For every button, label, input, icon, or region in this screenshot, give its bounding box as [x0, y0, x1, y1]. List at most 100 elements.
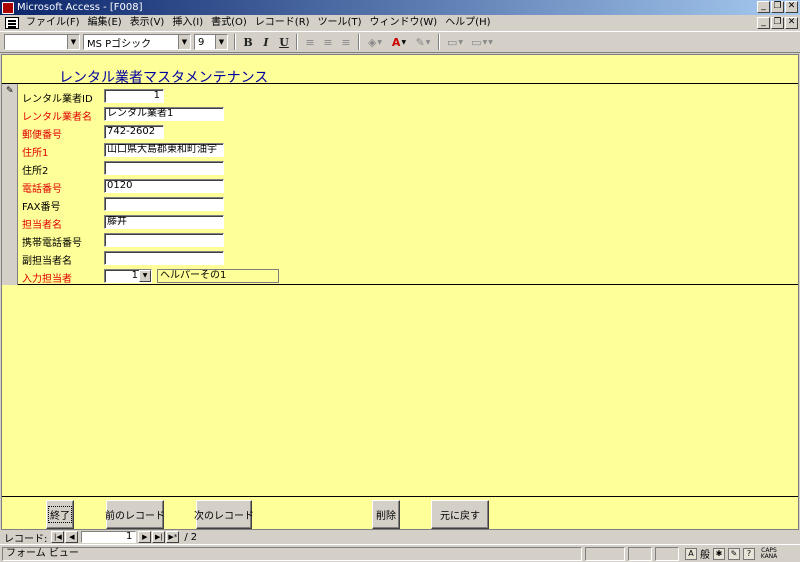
window-controls: _ ❐ ✕ [757, 1, 798, 13]
status-cell [628, 546, 652, 561]
undo-button[interactable]: 元に戻す [431, 500, 489, 529]
chevron-down-icon[interactable]: ▼ [67, 35, 79, 49]
status-cell [655, 546, 679, 561]
form-footer-divider [2, 496, 798, 497]
phone-field[interactable]: 0120 [104, 179, 224, 193]
fax-field[interactable] [104, 197, 224, 211]
label-fax: FAX番号 [22, 202, 61, 213]
record-navigation-bar: レコード: |◀ ◀ 1 ▶ ▶| ▶* / 2 [0, 530, 800, 545]
font-size-combo[interactable]: 9 ▼ [194, 34, 228, 50]
align-center-icon[interactable]: ≡ [319, 33, 337, 51]
next-record-icon[interactable]: ▶ [138, 531, 152, 543]
document-window-controls: _ ❐ ✕ [757, 17, 798, 29]
ime-properties-icon[interactable]: ? [743, 547, 755, 560]
access-window: Microsoft Access - [F008] _ ❐ ✕ ファイル(F) … [0, 0, 800, 562]
chevron-down-icon[interactable]: ▼ [139, 270, 151, 282]
undo-label: 元に戻す [440, 511, 480, 522]
rental-id-field[interactable]: 1 [104, 89, 164, 103]
align-left-icon[interactable]: ≡ [301, 33, 319, 51]
ime-conversion-mode[interactable]: 般 [700, 546, 710, 561]
menu-records[interactable]: レコード(R) [251, 16, 314, 30]
record-selector[interactable]: ✎ [2, 84, 18, 285]
close-window-button[interactable]: ✕ [785, 1, 798, 13]
doc-close-button[interactable]: ✕ [785, 17, 798, 29]
new-record-icon[interactable]: ▶* [166, 531, 180, 543]
label-input-person: 入力担当者 [22, 274, 72, 285]
postal-code-field[interactable]: 742-2602 [104, 125, 164, 139]
prev-record-button[interactable]: 前のレコード [105, 500, 165, 529]
menu-insert[interactable]: 挿入(I) [168, 16, 207, 30]
menu-format[interactable]: 書式(O) [207, 16, 251, 30]
menu-tools[interactable]: ツール(T) [314, 16, 366, 30]
status-cell [585, 546, 625, 561]
ime-input-mode-icon[interactable]: A [685, 547, 697, 560]
label-contact-name: 担当者名 [22, 220, 62, 231]
fill-color-icon[interactable]: ◈ ▼ [363, 33, 387, 51]
menu-edit[interactable]: 編集(E) [84, 16, 126, 30]
font-size-value: 9 [198, 36, 205, 48]
toolbar-separator [296, 34, 298, 50]
input-person-combo[interactable]: 1 ▼ [104, 269, 152, 283]
font-color-icon[interactable]: A ▼ [387, 33, 411, 51]
record-total: 2 [190, 531, 198, 543]
last-record-icon[interactable]: ▶| [152, 531, 166, 543]
chevron-down-icon[interactable]: ▼ [178, 35, 190, 49]
object-combo[interactable]: ▼ [4, 34, 80, 50]
restore-button[interactable]: ❐ [771, 1, 784, 13]
font-name-combo[interactable]: MS Pゴシック ▼ [83, 34, 191, 50]
label-rental-name: レンタル業者名 [22, 112, 92, 123]
font-name-value: MS Pゴシック [87, 38, 152, 50]
ime-dictionary-icon[interactable]: ✱ [713, 547, 725, 560]
sub-contact-field[interactable] [104, 251, 224, 265]
menu-file[interactable]: ファイル(F) [22, 16, 84, 30]
form-document-icon[interactable] [5, 17, 19, 29]
current-record-input[interactable]: 1 [81, 531, 137, 543]
next-record-button[interactable]: 次のレコード [194, 500, 254, 529]
address2-field[interactable] [104, 161, 224, 175]
bold-button[interactable]: B [239, 33, 257, 51]
form-detail: レンタル業者ID 1 レンタル業者名 レンタル業者1 郵便番号 742-2602… [18, 84, 798, 285]
window-title: Microsoft Access - [F008] [17, 2, 143, 13]
delete-button[interactable]: 削除 [372, 500, 400, 529]
record-count-separator: / [184, 531, 188, 543]
contact-name-field[interactable]: 藤井 [104, 215, 224, 229]
label-address2: 住所2 [22, 166, 49, 177]
chevron-down-icon[interactable]: ▼ [215, 35, 227, 49]
label-postal-code: 郵便番号 [22, 130, 62, 141]
align-right-icon[interactable]: ≡ [337, 33, 355, 51]
previous-record-icon[interactable]: ◀ [65, 531, 79, 543]
close-button-label: 終了 [48, 506, 72, 523]
status-text: フォーム ビュー [2, 546, 582, 561]
toolbar-separator [438, 34, 440, 50]
form-header: レンタル業者マスタメンテナンス [2, 55, 798, 86]
title-bar: Microsoft Access - [F008] _ ❐ ✕ [0, 0, 800, 15]
close-button[interactable]: 終了 [46, 500, 74, 529]
menu-window[interactable]: ウィンドウ(W) [365, 16, 441, 30]
input-person-name-field: ヘルパーその1 [157, 269, 279, 283]
menu-view[interactable]: 表示(V) [126, 16, 169, 30]
label-mobile: 携帯電話番号 [22, 238, 82, 249]
minimize-button[interactable]: _ [757, 1, 770, 13]
address1-field[interactable]: 山口県大島郡東和町油宇 [104, 143, 224, 157]
next-record-label: 次のレコード [194, 511, 254, 522]
formatting-toolbar: ▼ MS Pゴシック ▼ 9 ▼ B I U ≡ ≡ ≡ ◈ ▼ A ▼ ✎ ▼ ▭ ▼… [0, 31, 800, 53]
first-record-icon[interactable]: |◀ [51, 531, 65, 543]
delete-label: 削除 [376, 511, 396, 522]
doc-minimize-button[interactable]: _ [757, 17, 770, 29]
menu-bar: ファイル(F) 編集(E) 表示(V) 挿入(I) 書式(O) レコード(R) … [0, 15, 800, 31]
doc-restore-button[interactable]: ❐ [771, 17, 784, 29]
line-width-icon[interactable]: ▭ ▼ [443, 33, 467, 51]
label-sub-contact: 副担当者名 [22, 256, 72, 267]
menu-help[interactable]: ヘルプ(H) [441, 16, 494, 30]
italic-button[interactable]: I [257, 33, 275, 51]
line-color-icon[interactable]: ✎ ▼ [411, 33, 435, 51]
pencil-icon: ✎ [6, 86, 14, 96]
rental-name-field[interactable]: レンタル業者1 [104, 107, 224, 121]
special-effect-icon[interactable]: ▭ ▼ ▼ [467, 33, 497, 51]
access-app-icon [2, 1, 14, 14]
form-f008: レンタル業者マスタメンテナンス ✎ レンタル業者ID 1 レンタル業者名 レンタ… [1, 54, 799, 530]
prev-record-label: 前のレコード [105, 511, 165, 522]
underline-button[interactable]: U [275, 33, 293, 51]
ime-pad-icon[interactable]: ✎ [728, 547, 740, 560]
mobile-field[interactable] [104, 233, 224, 247]
